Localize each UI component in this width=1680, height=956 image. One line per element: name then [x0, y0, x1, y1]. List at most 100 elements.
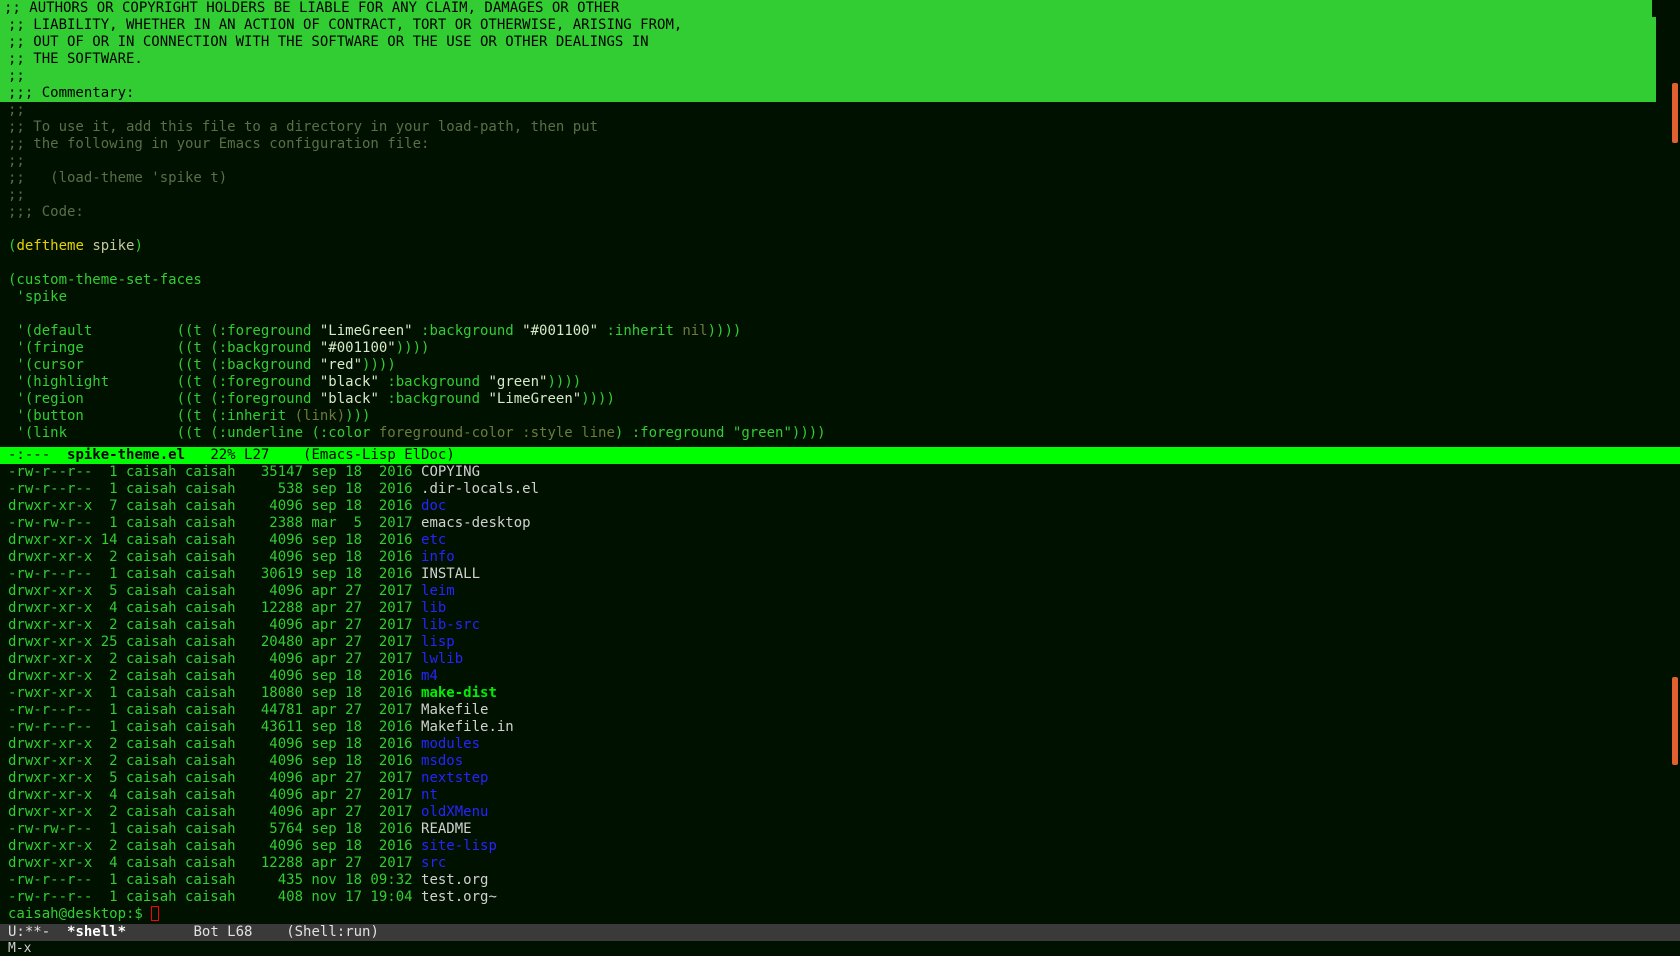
file-name[interactable]: .dir-locals.el — [421, 481, 539, 497]
directory-name[interactable]: site-lisp — [421, 838, 497, 854]
file-details: -rw-r--r-- 1 caisah caisah 44781 apr 27 … — [8, 702, 422, 718]
face-s1: "black" — [319, 374, 379, 390]
face-spec-pre: ((t (:foreground — [176, 323, 320, 339]
file-name[interactable]: COPYING — [421, 464, 480, 480]
file-details: drwxr-xr-x 2 caisah caisah 4096 sep 18 2… — [8, 838, 422, 854]
directory-name[interactable]: lib — [421, 600, 446, 616]
listing-row: -rw-r--r-- 1 caisah caisah 408 nov 17 19… — [0, 889, 1680, 906]
face-line: '(link ((t (:underline (:color foregroun… — [0, 425, 1680, 442]
editor-pane[interactable]: ;; AUTHORS OR COPYRIGHT HOLDERS BE LIABL… — [0, 0, 1680, 447]
directory-name[interactable]: nt — [421, 787, 438, 803]
directory-name[interactable]: nextstep — [421, 770, 488, 786]
directory-name[interactable]: src — [421, 855, 446, 871]
face-line: '(default ((t (:foreground "LimeGreen" :… — [0, 323, 1680, 340]
face-definitions: '(default ((t (:foreground "LimeGreen" :… — [0, 323, 1680, 442]
listing-row: -rwxr-xr-x 1 caisah caisah 18080 sep 18 … — [0, 685, 1680, 702]
face-face: '(button — [8, 408, 177, 424]
commentary-block: ;; ;; To use it, add this file to a direc… — [0, 102, 1680, 221]
face-s1: "red" — [319, 357, 363, 373]
modeline-modes[interactable]: (Shell:run) — [286, 924, 379, 940]
face-tail-dim: foreground-color :style line — [378, 425, 615, 441]
directory-name[interactable]: lwlib — [421, 651, 463, 667]
face-line: '(fringe ((t (:background "#001100")))) — [0, 340, 1680, 357]
face-mid: :background — [378, 391, 489, 407]
file-name[interactable]: Makefile — [421, 702, 488, 718]
face-spec-pre: ((t (:foreground — [176, 391, 320, 407]
face-end: )))) — [395, 340, 430, 356]
face-spec-pre: ((t (:inherit — [176, 408, 295, 424]
file-details: -rw-r--r-- 1 caisah caisah 435 nov 18 09… — [8, 872, 422, 888]
file-name[interactable]: Makefile.in — [421, 719, 514, 735]
directory-name[interactable]: lib-src — [421, 617, 480, 633]
shell-prompt: caisah@desktop:$ — [8, 906, 152, 922]
file-name[interactable]: make-dist — [421, 685, 497, 701]
editor-scrollbar[interactable] — [1672, 83, 1678, 143]
listing-row: drwxr-xr-x 2 caisah caisah 4096 sep 18 2… — [0, 549, 1680, 566]
file-name[interactable]: test.org~ — [421, 889, 497, 905]
file-details: drwxr-xr-x 5 caisah caisah 4096 apr 27 2… — [8, 583, 422, 599]
face-spec-pre: ((t (:background — [176, 357, 320, 373]
file-details: drwxr-xr-x 4 caisah caisah 12288 apr 27 … — [8, 855, 422, 871]
listing-row: -rw-r--r-- 1 caisah caisah 538 sep 18 20… — [0, 481, 1680, 498]
directory-name[interactable]: m4 — [421, 668, 438, 684]
modeline-buffer-name[interactable]: spike-theme.el — [67, 447, 185, 463]
listing-row: drwxr-xr-x 14 caisah caisah 4096 sep 18 … — [0, 532, 1680, 549]
shell-scrollbar[interactable] — [1672, 677, 1678, 765]
listing-row: drwxr-xr-x 4 caisah caisah 12288 apr 27 … — [0, 600, 1680, 617]
file-details: drwxr-xr-x 25 caisah caisah 20480 apr 27… — [8, 634, 422, 650]
file-name[interactable]: INSTALL — [421, 566, 480, 582]
directory-name[interactable]: msdos — [421, 753, 463, 769]
directory-name[interactable]: leim — [421, 583, 455, 599]
cursor — [151, 906, 160, 921]
theme-quote-line: 'spike — [8, 289, 68, 305]
face-s2: "#001100" — [522, 323, 599, 339]
file-details: -rw-r--r-- 1 caisah caisah 538 sep 18 20… — [8, 481, 422, 497]
deftheme-line: (deftheme spike) — [8, 238, 143, 254]
listing-row: drwxr-xr-x 4 caisah caisah 4096 apr 27 2… — [0, 787, 1680, 804]
shell-pane[interactable]: -rw-r--r-- 1 caisah caisah 35147 sep 18 … — [0, 464, 1680, 924]
face-end: )))) — [362, 357, 396, 373]
comment-line: ;;; Code: — [8, 204, 84, 220]
face-line: '(button ((t (:inherit (link)))) — [0, 408, 1680, 425]
directory-name[interactable]: doc — [421, 498, 446, 514]
listing-row: -rw-r--r-- 1 caisah caisah 43611 sep 18 … — [0, 719, 1680, 736]
directory-listing: -rw-r--r-- 1 caisah caisah 35147 sep 18 … — [0, 464, 1680, 906]
listing-row: drwxr-xr-x 2 caisah caisah 4096 sep 18 2… — [0, 736, 1680, 753]
highlighted-line: ;; LIABILITY, WHETHER IN AN ACTION OF CO… — [0, 17, 1656, 34]
directory-name[interactable]: etc — [421, 532, 446, 548]
file-name[interactable]: emacs-desktop — [421, 515, 531, 531]
face-end: )))) — [547, 374, 582, 390]
file-details: -rw-r--r-- 1 caisah caisah 43611 sep 18 … — [8, 719, 422, 735]
modeline-modes[interactable]: (Emacs-Lisp ElDoc) — [303, 447, 455, 463]
file-details: drwxr-xr-x 2 caisah caisah 4096 sep 18 2… — [8, 753, 422, 769]
file-name[interactable]: README — [421, 821, 472, 837]
listing-row: drwxr-xr-x 4 caisah caisah 12288 apr 27 … — [0, 855, 1680, 872]
modeline-buffer-name[interactable]: *shell* — [67, 924, 126, 940]
face-end: )))) — [707, 323, 742, 339]
file-details: drwxr-xr-x 2 caisah caisah 4096 apr 27 2… — [8, 651, 422, 667]
directory-name[interactable]: modules — [421, 736, 480, 752]
file-details: drwxr-xr-x 4 caisah caisah 4096 apr 27 2… — [8, 787, 422, 803]
face-tail-dim: (link) — [294, 408, 346, 424]
comment-line: ;; — [8, 153, 25, 169]
directory-name[interactable]: info — [421, 549, 455, 565]
directory-name[interactable]: lisp — [421, 634, 455, 650]
face-face: '(region — [8, 391, 177, 407]
face-s2: "LimeGreen" — [488, 391, 582, 407]
file-details: -rw-r--r-- 1 caisah caisah 408 nov 17 19… — [8, 889, 422, 905]
comment-line: ;; the following in your Emacs configura… — [8, 136, 430, 152]
file-name[interactable]: test.org — [421, 872, 488, 888]
minibuffer[interactable]: M-x — [0, 941, 1680, 956]
modeline-status: -:--- — [8, 447, 68, 463]
listing-row: -rw-rw-r-- 1 caisah caisah 5764 sep 18 2… — [0, 821, 1680, 838]
comment-line: ;; To use it, add this file to a directo… — [8, 119, 599, 135]
directory-name[interactable]: oldXMenu — [421, 804, 488, 820]
highlighted-line: ;; OUT OF OR IN CONNECTION WITH THE SOFT… — [0, 34, 1656, 51]
highlighted-line: ;; THE SOFTWARE. — [0, 51, 1656, 68]
comment-line: ;; (load-theme 'spike t) — [8, 170, 228, 186]
shell-prompt-line[interactable]: caisah@desktop:$ — [0, 906, 1680, 923]
face-mid: :background — [378, 374, 489, 390]
